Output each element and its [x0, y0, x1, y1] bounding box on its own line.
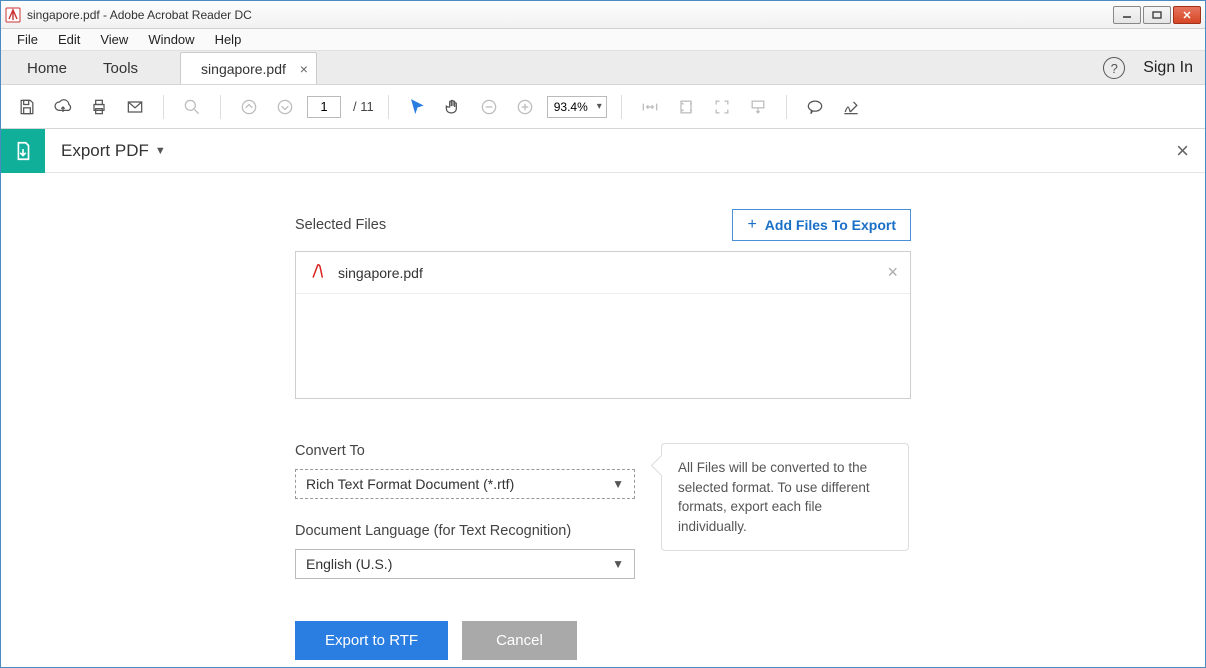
- pdf-file-icon: [308, 262, 326, 283]
- zoom-value: 93.4%: [554, 100, 588, 114]
- cancel-button[interactable]: Cancel: [462, 621, 577, 660]
- export-button[interactable]: Export to RTF: [295, 621, 448, 660]
- zoom-in-icon[interactable]: [511, 93, 539, 121]
- app-icon: [5, 7, 21, 23]
- search-icon[interactable]: [178, 93, 206, 121]
- help-icon[interactable]: ?: [1103, 57, 1125, 79]
- page-number-input[interactable]: [307, 96, 341, 118]
- menu-window[interactable]: Window: [138, 30, 204, 49]
- chevron-down-icon: ▼: [155, 145, 166, 157]
- convert-to-value: Rich Text Format Document (*.rtf): [306, 476, 514, 492]
- zoom-out-icon[interactable]: [475, 93, 503, 121]
- menu-bar: File Edit View Window Help: [1, 29, 1205, 51]
- read-mode-icon[interactable]: [744, 93, 772, 121]
- zoom-select[interactable]: 93.4%: [547, 96, 607, 118]
- export-pdf-header: Export PDF ▼ ×: [1, 129, 1205, 173]
- menu-file[interactable]: File: [7, 30, 48, 49]
- window-controls: [1111, 6, 1201, 24]
- export-panel-close-icon[interactable]: ×: [1176, 138, 1189, 164]
- toolbar-separator: [388, 95, 389, 119]
- export-pdf-icon: [1, 129, 45, 173]
- toolbar-separator: [163, 95, 164, 119]
- format-tip-callout: All Files will be converted to the selec…: [661, 443, 909, 551]
- window-titlebar: singapore.pdf - Adobe Acrobat Reader DC: [1, 1, 1205, 29]
- minimize-button[interactable]: [1113, 6, 1141, 24]
- window-title: singapore.pdf - Adobe Acrobat Reader DC: [27, 8, 1111, 22]
- page-total-label: / 11: [353, 99, 374, 114]
- add-files-label: Add Files To Export: [765, 217, 896, 233]
- tab-tools[interactable]: Tools: [85, 52, 156, 84]
- menu-edit[interactable]: Edit: [48, 30, 90, 49]
- file-name: singapore.pdf: [338, 265, 423, 281]
- plus-icon: +: [747, 216, 756, 234]
- export-pdf-title[interactable]: Export PDF ▼: [61, 141, 166, 161]
- toolbar-separator: [621, 95, 622, 119]
- chevron-down-icon: ▼: [612, 477, 624, 491]
- fullscreen-icon[interactable]: [708, 93, 736, 121]
- page-up-icon[interactable]: [235, 93, 263, 121]
- comment-icon[interactable]: [801, 93, 829, 121]
- save-icon[interactable]: [13, 93, 41, 121]
- add-files-button[interactable]: + Add Files To Export: [732, 209, 911, 241]
- tab-document[interactable]: singapore.pdf ×: [180, 52, 317, 84]
- tab-home[interactable]: Home: [9, 52, 85, 84]
- sign-in-link[interactable]: Sign In: [1143, 59, 1193, 77]
- convert-to-select[interactable]: Rich Text Format Document (*.rtf) ▼: [295, 469, 635, 499]
- export-panel: Selected Files + Add Files To Export sin…: [1, 173, 1205, 660]
- tab-document-label: singapore.pdf: [201, 61, 286, 77]
- toolbar-separator: [786, 95, 787, 119]
- document-language-value: English (U.S.): [306, 556, 392, 572]
- main-toolbar: / 11 93.4%: [1, 85, 1205, 129]
- selected-files-list: singapore.pdf ×: [295, 251, 911, 399]
- print-icon[interactable]: [85, 93, 113, 121]
- tab-strip: Home Tools singapore.pdf × ? Sign In: [1, 51, 1205, 85]
- email-icon[interactable]: [121, 93, 149, 121]
- close-button[interactable]: [1173, 6, 1201, 24]
- document-language-select[interactable]: English (U.S.) ▼: [295, 549, 635, 579]
- menu-view[interactable]: View: [90, 30, 138, 49]
- page-down-icon[interactable]: [271, 93, 299, 121]
- chevron-down-icon: ▼: [612, 557, 624, 571]
- remove-file-icon[interactable]: ×: [887, 262, 898, 283]
- file-list-item[interactable]: singapore.pdf ×: [296, 252, 910, 294]
- fit-width-icon[interactable]: [636, 93, 664, 121]
- fit-page-icon[interactable]: [672, 93, 700, 121]
- format-tip-text: All Files will be converted to the selec…: [678, 460, 870, 534]
- selection-tool-icon[interactable]: [403, 93, 431, 121]
- tab-close-icon[interactable]: ×: [300, 61, 308, 77]
- maximize-button[interactable]: [1143, 6, 1171, 24]
- menu-help[interactable]: Help: [205, 30, 252, 49]
- cloud-upload-icon[interactable]: [49, 93, 77, 121]
- toolbar-separator: [220, 95, 221, 119]
- export-pdf-label: Export PDF: [61, 141, 149, 161]
- selected-files-label: Selected Files: [295, 217, 386, 233]
- hand-tool-icon[interactable]: [439, 93, 467, 121]
- sign-icon[interactable]: [837, 93, 865, 121]
